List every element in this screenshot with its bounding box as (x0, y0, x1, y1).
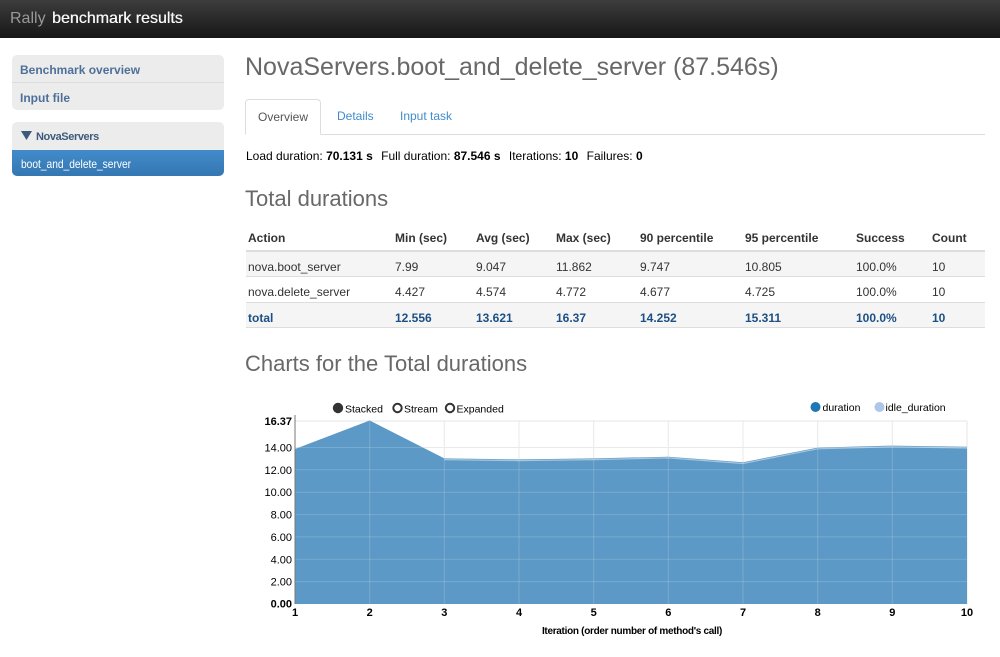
svg-text:10: 10 (961, 607, 973, 619)
svg-text:4.00: 4.00 (271, 554, 292, 566)
svg-text:4: 4 (516, 607, 523, 619)
svg-text:9: 9 (889, 607, 895, 619)
svg-text:Stream: Stream (404, 404, 438, 416)
svg-text:idle_duration: idle_duration (886, 402, 946, 414)
svg-text:Stacked: Stacked (345, 404, 383, 416)
svg-text:8: 8 (815, 607, 821, 619)
svg-text:2: 2 (367, 607, 373, 619)
svg-text:duration: duration (823, 402, 861, 414)
svg-text:Iteration (order number of met: Iteration (order number of method's call… (542, 626, 722, 637)
svg-text:2.00: 2.00 (271, 577, 292, 589)
svg-text:14.00: 14.00 (264, 443, 292, 455)
svg-text:5: 5 (591, 607, 597, 619)
svg-text:Expanded: Expanded (457, 404, 504, 416)
svg-text:6: 6 (665, 607, 671, 619)
svg-text:16.37: 16.37 (264, 416, 292, 428)
svg-text:10.00: 10.00 (264, 487, 292, 499)
svg-text:3: 3 (441, 607, 447, 619)
svg-text:12.00: 12.00 (264, 465, 292, 477)
svg-text:6.00: 6.00 (271, 532, 292, 544)
svg-text:8.00: 8.00 (271, 510, 292, 522)
svg-text:7: 7 (740, 607, 746, 619)
svg-text:0.00: 0.00 (271, 599, 292, 611)
svg-text:1: 1 (292, 607, 298, 619)
